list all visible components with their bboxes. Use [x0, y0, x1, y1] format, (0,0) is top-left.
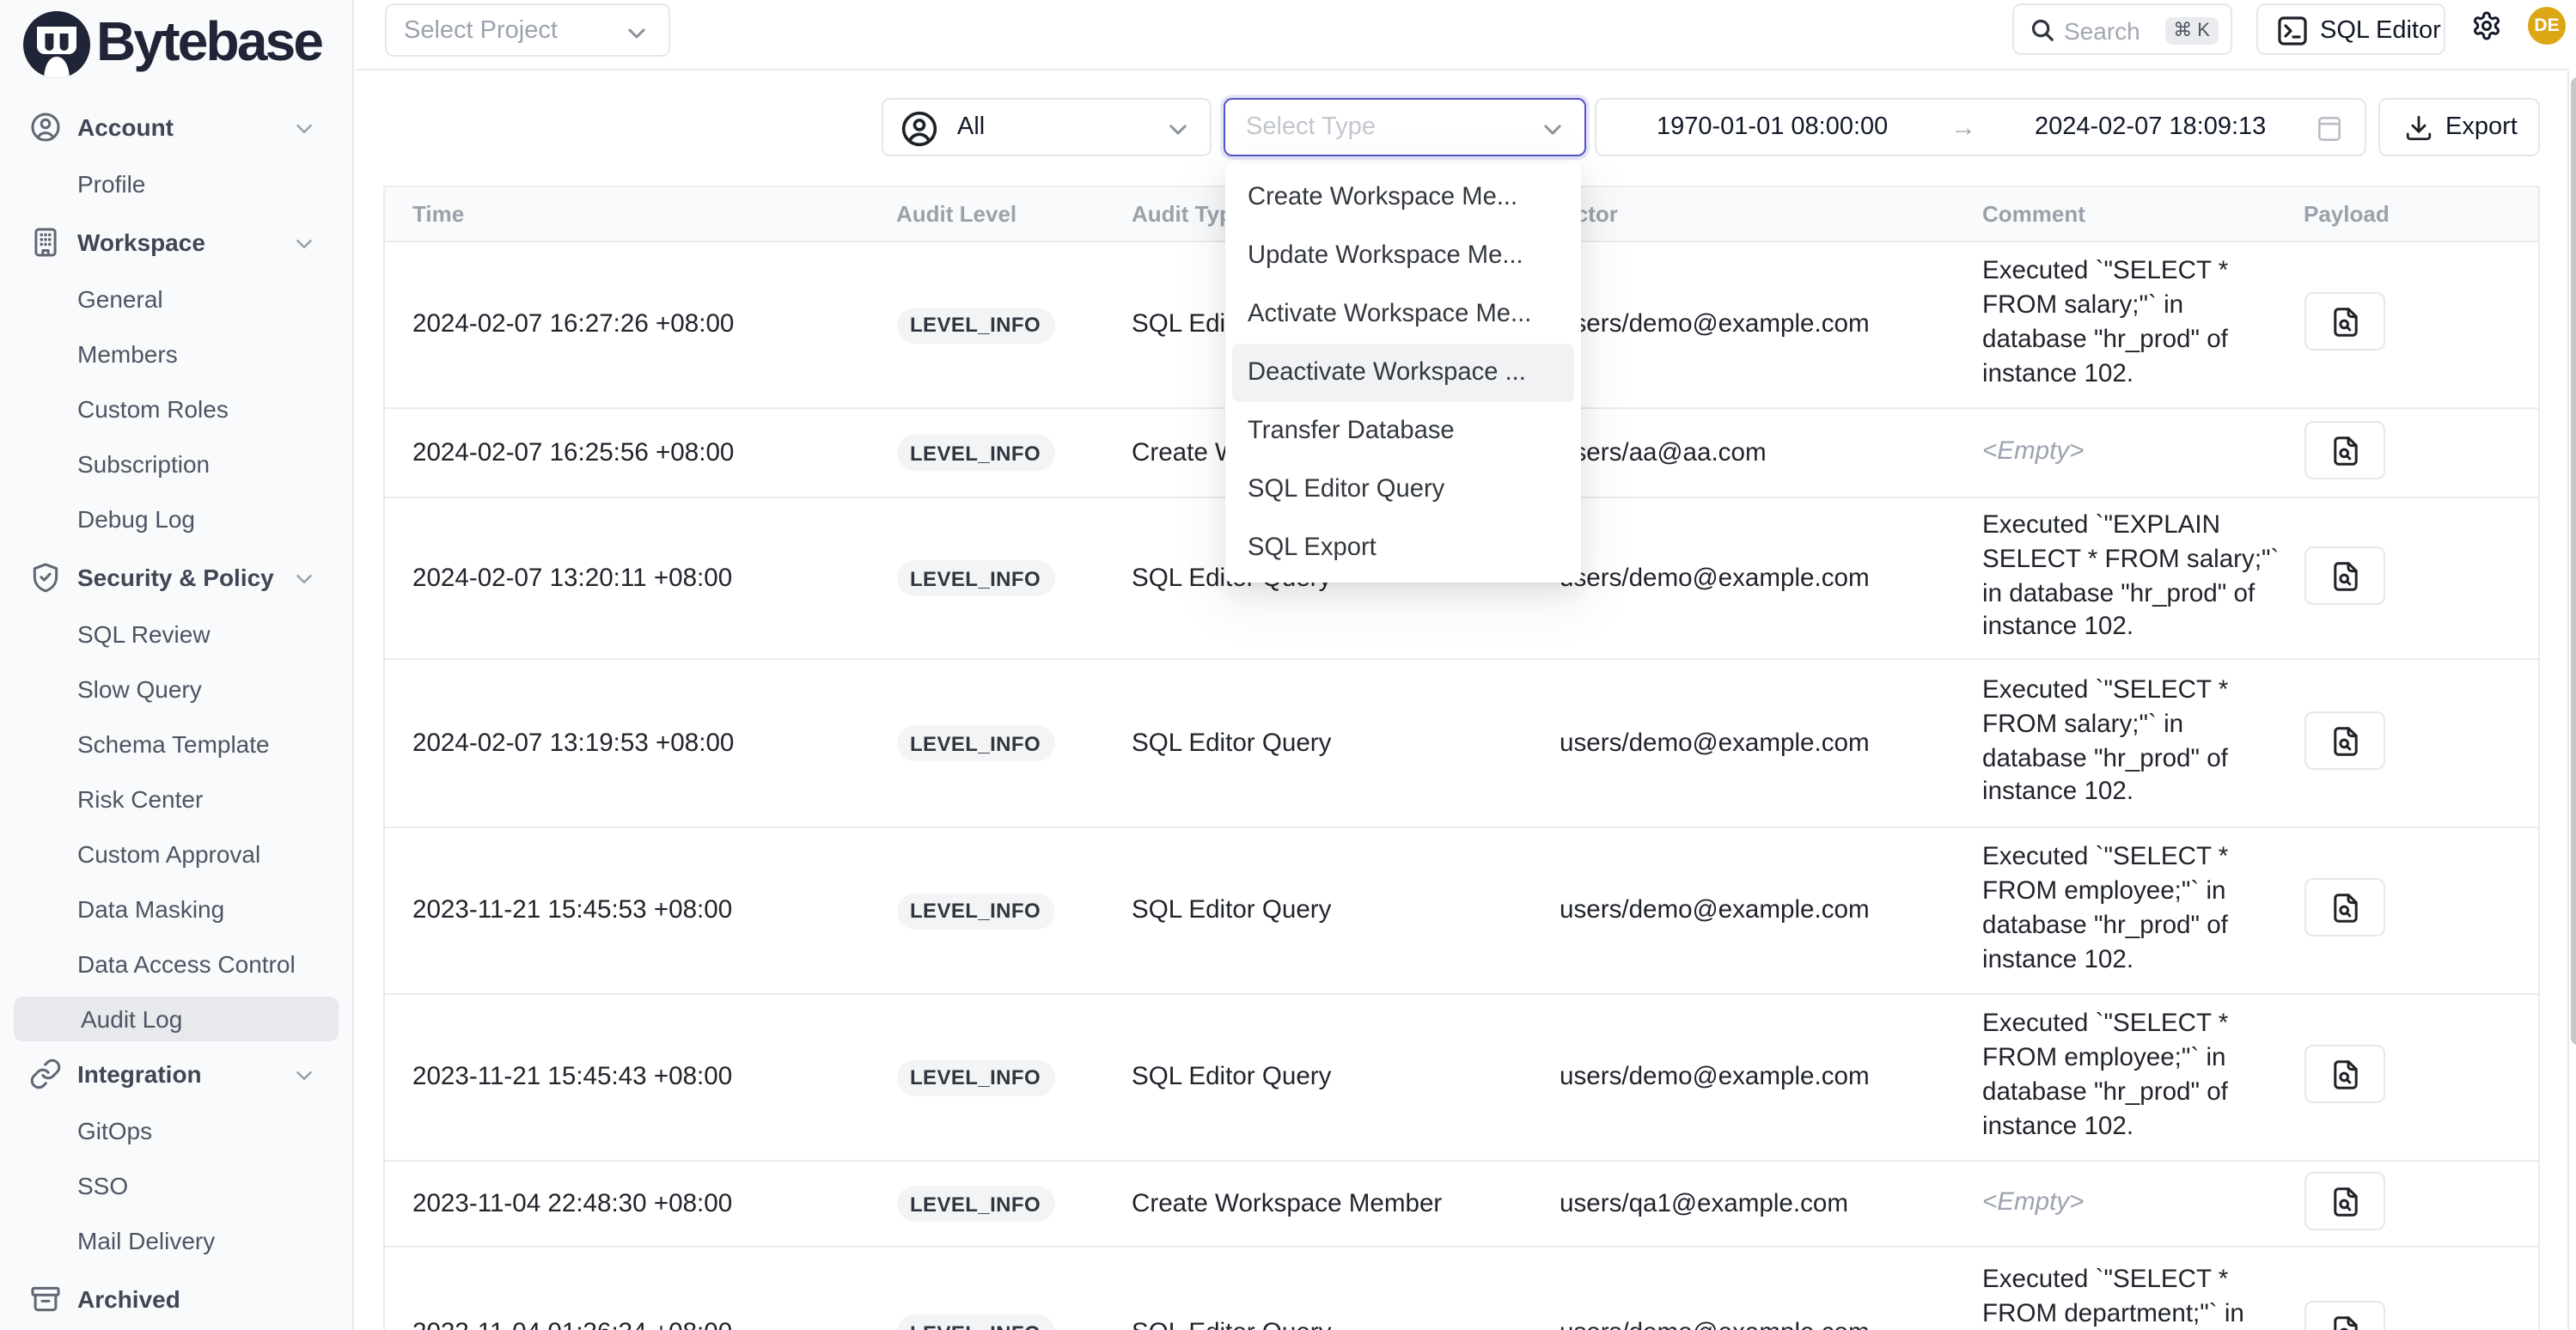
svg-text:Bytebase: Bytebase [96, 10, 322, 72]
